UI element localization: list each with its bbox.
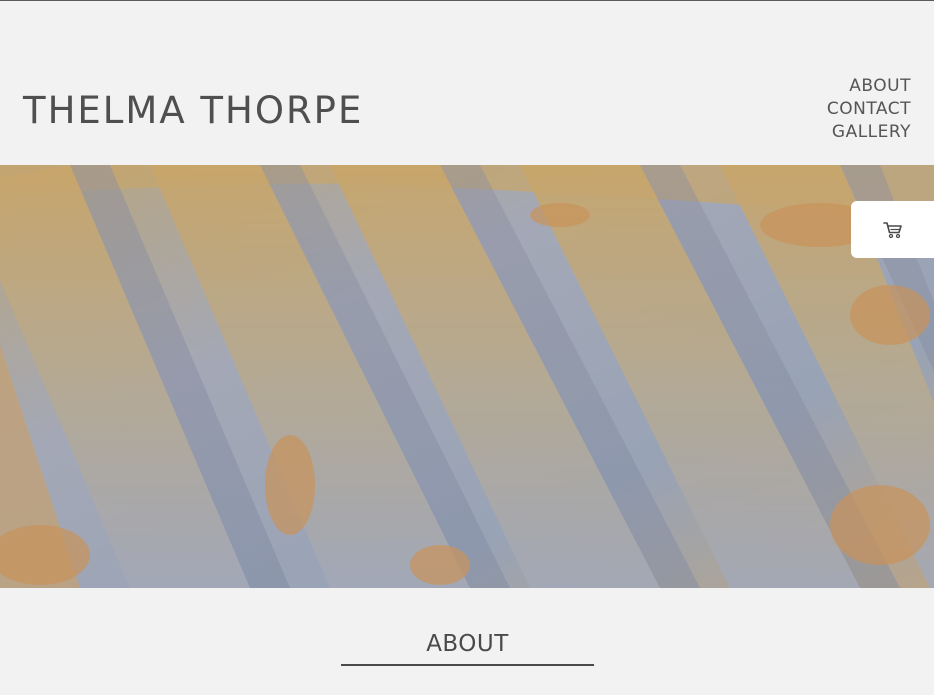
nav-item-about[interactable]: ABOUT <box>827 75 911 98</box>
cart-icon <box>883 221 902 238</box>
cart-button[interactable] <box>851 201 934 258</box>
about-heading-underline <box>341 664 594 666</box>
hero-landscape-artwork <box>0 165 934 588</box>
site-header: THELMA THORPE ABOUT CONTACT GALLERY <box>0 1 934 165</box>
nav-item-gallery[interactable]: GALLERY <box>827 121 911 144</box>
nav-item-contact[interactable]: CONTACT <box>827 98 911 121</box>
main-nav: ABOUT CONTACT GALLERY <box>827 75 911 144</box>
about-section-heading: ABOUT <box>426 631 509 657</box>
site-title[interactable]: THELMA THORPE <box>23 87 363 135</box>
hero-image <box>0 165 934 588</box>
